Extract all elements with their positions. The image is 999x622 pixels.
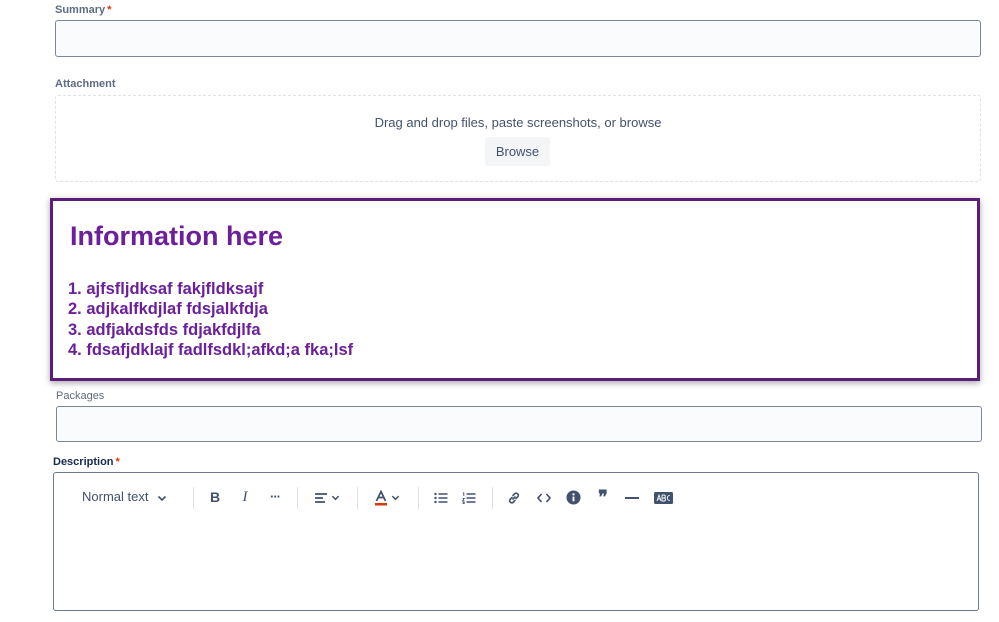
numbered-list-button[interactable] [460,486,478,508]
information-list: 1. ajfsfljdksaf fakjfldksajf 2. adjkalfk… [68,279,353,360]
bold-icon: B [209,489,221,505]
required-marker: * [115,456,120,468]
editor-toolbar: Normal text B I ··· ❞ [54,473,978,520]
link-button[interactable] [505,486,523,508]
quote-icon: ❞ [598,487,608,507]
code-button[interactable] [535,486,553,508]
code-icon [536,493,552,503]
list-item: 1. ajfsfljdksaf fakjfldksajf [68,280,264,298]
spellcheck-button[interactable] [652,486,674,508]
chevron-down-icon [392,495,400,501]
packages-input[interactable] [56,406,982,442]
description-label: Description * [53,456,120,468]
bullet-list-icon [434,492,448,503]
summary-label-text: Summary [55,4,106,16]
chevron-down-icon [158,495,167,501]
toolbar-divider [418,487,419,509]
list-item: 2. adjkalfkdjlaf fdsjalkfdja [68,300,268,319]
divider-button[interactable] [623,486,641,508]
toolbar-divider [297,487,298,509]
info-panel-button[interactable] [564,486,582,508]
spellcheck-icon [653,491,673,504]
toolbar-divider [357,487,358,509]
link-icon [508,492,520,504]
info-icon [565,490,581,505]
more-formatting-button[interactable]: ··· [266,486,284,508]
toolbar-divider [193,487,194,509]
text-style-dropdown[interactable]: Normal text [82,486,178,508]
text-style-label: Normal text [82,489,149,504]
italic-icon: I [242,489,248,505]
align-icon [314,492,327,503]
divider-icon [625,496,639,499]
browse-button[interactable]: Browse [485,137,550,166]
description-label-text: Description [53,456,114,468]
alignment-dropdown[interactable] [312,486,342,508]
text-color-dropdown[interactable] [372,486,402,508]
information-box: Information here 1. ajfsfljdksaf fakjfld… [50,198,980,381]
description-editor[interactable]: Normal text B I ··· ❞ [53,472,979,611]
quote-button[interactable]: ❞ [594,486,612,508]
text-color-icon [374,489,387,506]
bold-button[interactable]: B [206,486,224,508]
more-icon: ··· [270,489,281,504]
attachment-label: Attachment [55,78,116,90]
bullet-list-button[interactable] [432,486,450,508]
dropzone-text: Drag and drop files, paste screenshots, … [374,115,662,130]
summary-input[interactable] [55,20,981,57]
packages-label: Packages [56,390,105,402]
numbered-list-icon [461,492,476,504]
summary-label: Summary * [55,4,111,16]
chevron-down-icon [332,495,340,501]
toolbar-divider [492,487,493,509]
required-marker: * [107,4,112,16]
information-title: Information here [70,221,284,251]
italic-button[interactable]: I [236,486,254,508]
list-item: 4. fdsafjdklajf fadlfsdkl;afkd;a fka;lsf [68,340,354,359]
list-item: 3. adfjakdsfds fdjakfdjlfa [68,320,261,339]
